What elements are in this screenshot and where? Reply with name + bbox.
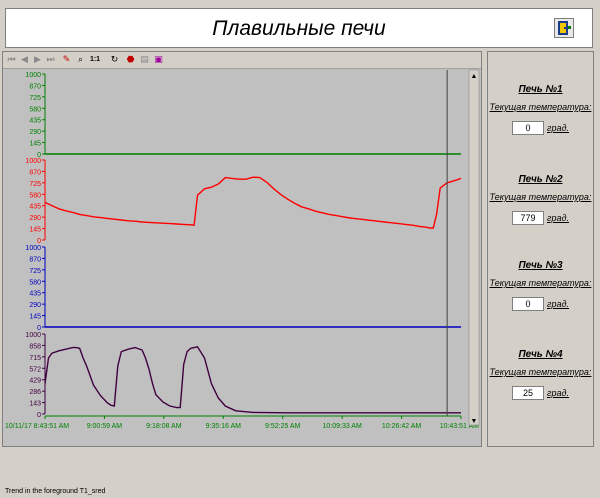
x-tick-label: 9:35:16 AM — [206, 423, 242, 430]
x-tick-label: 10/11/17 8:43:51 AM — [5, 423, 69, 430]
y-tick-label-1: 870 — [29, 83, 41, 90]
furnace-2-name: Печь №2 — [518, 174, 563, 185]
x-tick-label: 9:18:08 AM — [146, 423, 182, 430]
furnace-4-unit: град. — [547, 387, 569, 398]
y-tick-label-4: 572 — [29, 366, 41, 373]
y-tick-label-4: 143 — [29, 401, 41, 408]
plot-area-2 — [45, 160, 461, 240]
y-tick-label-4: 858 — [29, 343, 41, 350]
exit-button[interactable] — [554, 18, 574, 38]
title-bar: Плавильные печи — [5, 8, 593, 48]
furnace-2-label: Текущая температура: — [489, 192, 592, 202]
y-tick-label-3: 725 — [29, 268, 41, 275]
x-tick-label: 10:09:33 AM — [322, 423, 361, 430]
y-tick-label-3: 435 — [29, 291, 41, 298]
y-tick-label-2: 1000 — [25, 158, 41, 165]
y-tick-label-4: 1000 — [25, 332, 41, 339]
trend-panel[interactable]: ⏮ ◀ ▶ ⏭ ✎ ⌕ 1:1 ↻ ⬣ ▤ ▣ 0 145 290 435 580 725… — [2, 51, 482, 495]
furnace-1-value: 0 — [512, 120, 545, 135]
x-tick-label: 9:00:59 AM — [87, 423, 123, 430]
furnace-3-value: 0 — [512, 296, 545, 311]
trend-chart[interactable]: 0145290435580725870100001452904355807258… — [3, 52, 481, 446]
furnace-3-unit: град. — [547, 298, 569, 309]
y-tick-label-3: 580 — [29, 279, 41, 286]
furnace-1-block: Печь №1 Текущая температура: 0 град. — [488, 84, 593, 135]
y-tick-label-2: 725 — [29, 181, 41, 188]
x-tick-label: 9:52:25 AM — [265, 423, 301, 430]
y-tick-label-3: 870 — [29, 256, 41, 263]
furnace-3-label: Текущая температура: — [489, 278, 592, 288]
y-tick-label-3: 1000 — [25, 245, 41, 252]
y-tick-label-4: 715 — [29, 355, 41, 362]
scroll-up-icon: ▲ — [471, 73, 478, 80]
y-tick-label-2: 145 — [29, 227, 41, 234]
y-tick-label-1: 725 — [29, 95, 41, 102]
furnace-2-value: 779 — [512, 210, 545, 225]
y-tick-label-2: 435 — [29, 204, 41, 211]
vertical-scrollbar — [468, 69, 480, 426]
x-tick-label: 10:26:42 AM — [382, 423, 421, 430]
y-tick-label-3: 290 — [29, 302, 41, 309]
door-exit-icon — [558, 21, 571, 35]
furnace-2-block: Печь №2 Текущая температура: 779 град. — [488, 174, 593, 225]
y-tick-label-1: 580 — [29, 106, 41, 113]
furnace-4-value: 25 — [512, 385, 545, 400]
plot-area-1 — [45, 74, 461, 154]
scroll-down-icon: ▼ — [471, 418, 478, 425]
furnace-1-name: Печь №1 — [518, 84, 563, 95]
y-tick-label-1: 435 — [29, 118, 41, 125]
furnace-3-name: Печь №3 — [518, 260, 563, 271]
furnace-2-unit: град. — [547, 212, 569, 223]
furnace-4-label: Текущая температура: — [489, 367, 592, 377]
page-title: Плавильные печи — [212, 17, 386, 40]
y-tick-label-1: 290 — [29, 129, 41, 136]
furnace-4-name: Печь №4 — [518, 349, 563, 360]
y-tick-label-3: 145 — [29, 314, 41, 321]
y-tick-label-2: 290 — [29, 215, 41, 222]
plot-area-3 — [45, 247, 461, 327]
furnace-4-block: Печь №4 Текущая температура: 25 град. — [488, 349, 593, 400]
y-tick-label-3: 0 — [37, 325, 41, 332]
y-tick-label-4: 429 — [29, 378, 41, 385]
y-tick-label-4: 286 — [29, 389, 41, 396]
y-tick-label-1: 1000 — [25, 72, 41, 79]
furnace-1-label: Текущая температура: — [489, 102, 592, 112]
status-bar: Trend in the foreground T1_sred — [5, 488, 106, 495]
furnace-3-block: Печь №3 Текущая температура: 0 град. — [488, 260, 593, 311]
y-tick-label-1: 145 — [29, 141, 41, 148]
furnace-1-unit: град. — [547, 122, 569, 133]
furnace-info-panel: Печь №1 Текущая температура: 0 град. Печь… — [487, 51, 594, 447]
y-tick-label-2: 580 — [29, 192, 41, 199]
y-tick-label-2: 870 — [29, 169, 41, 176]
y-tick-label-2: 0 — [37, 238, 41, 245]
y-tick-label-4: 0 — [37, 412, 41, 419]
